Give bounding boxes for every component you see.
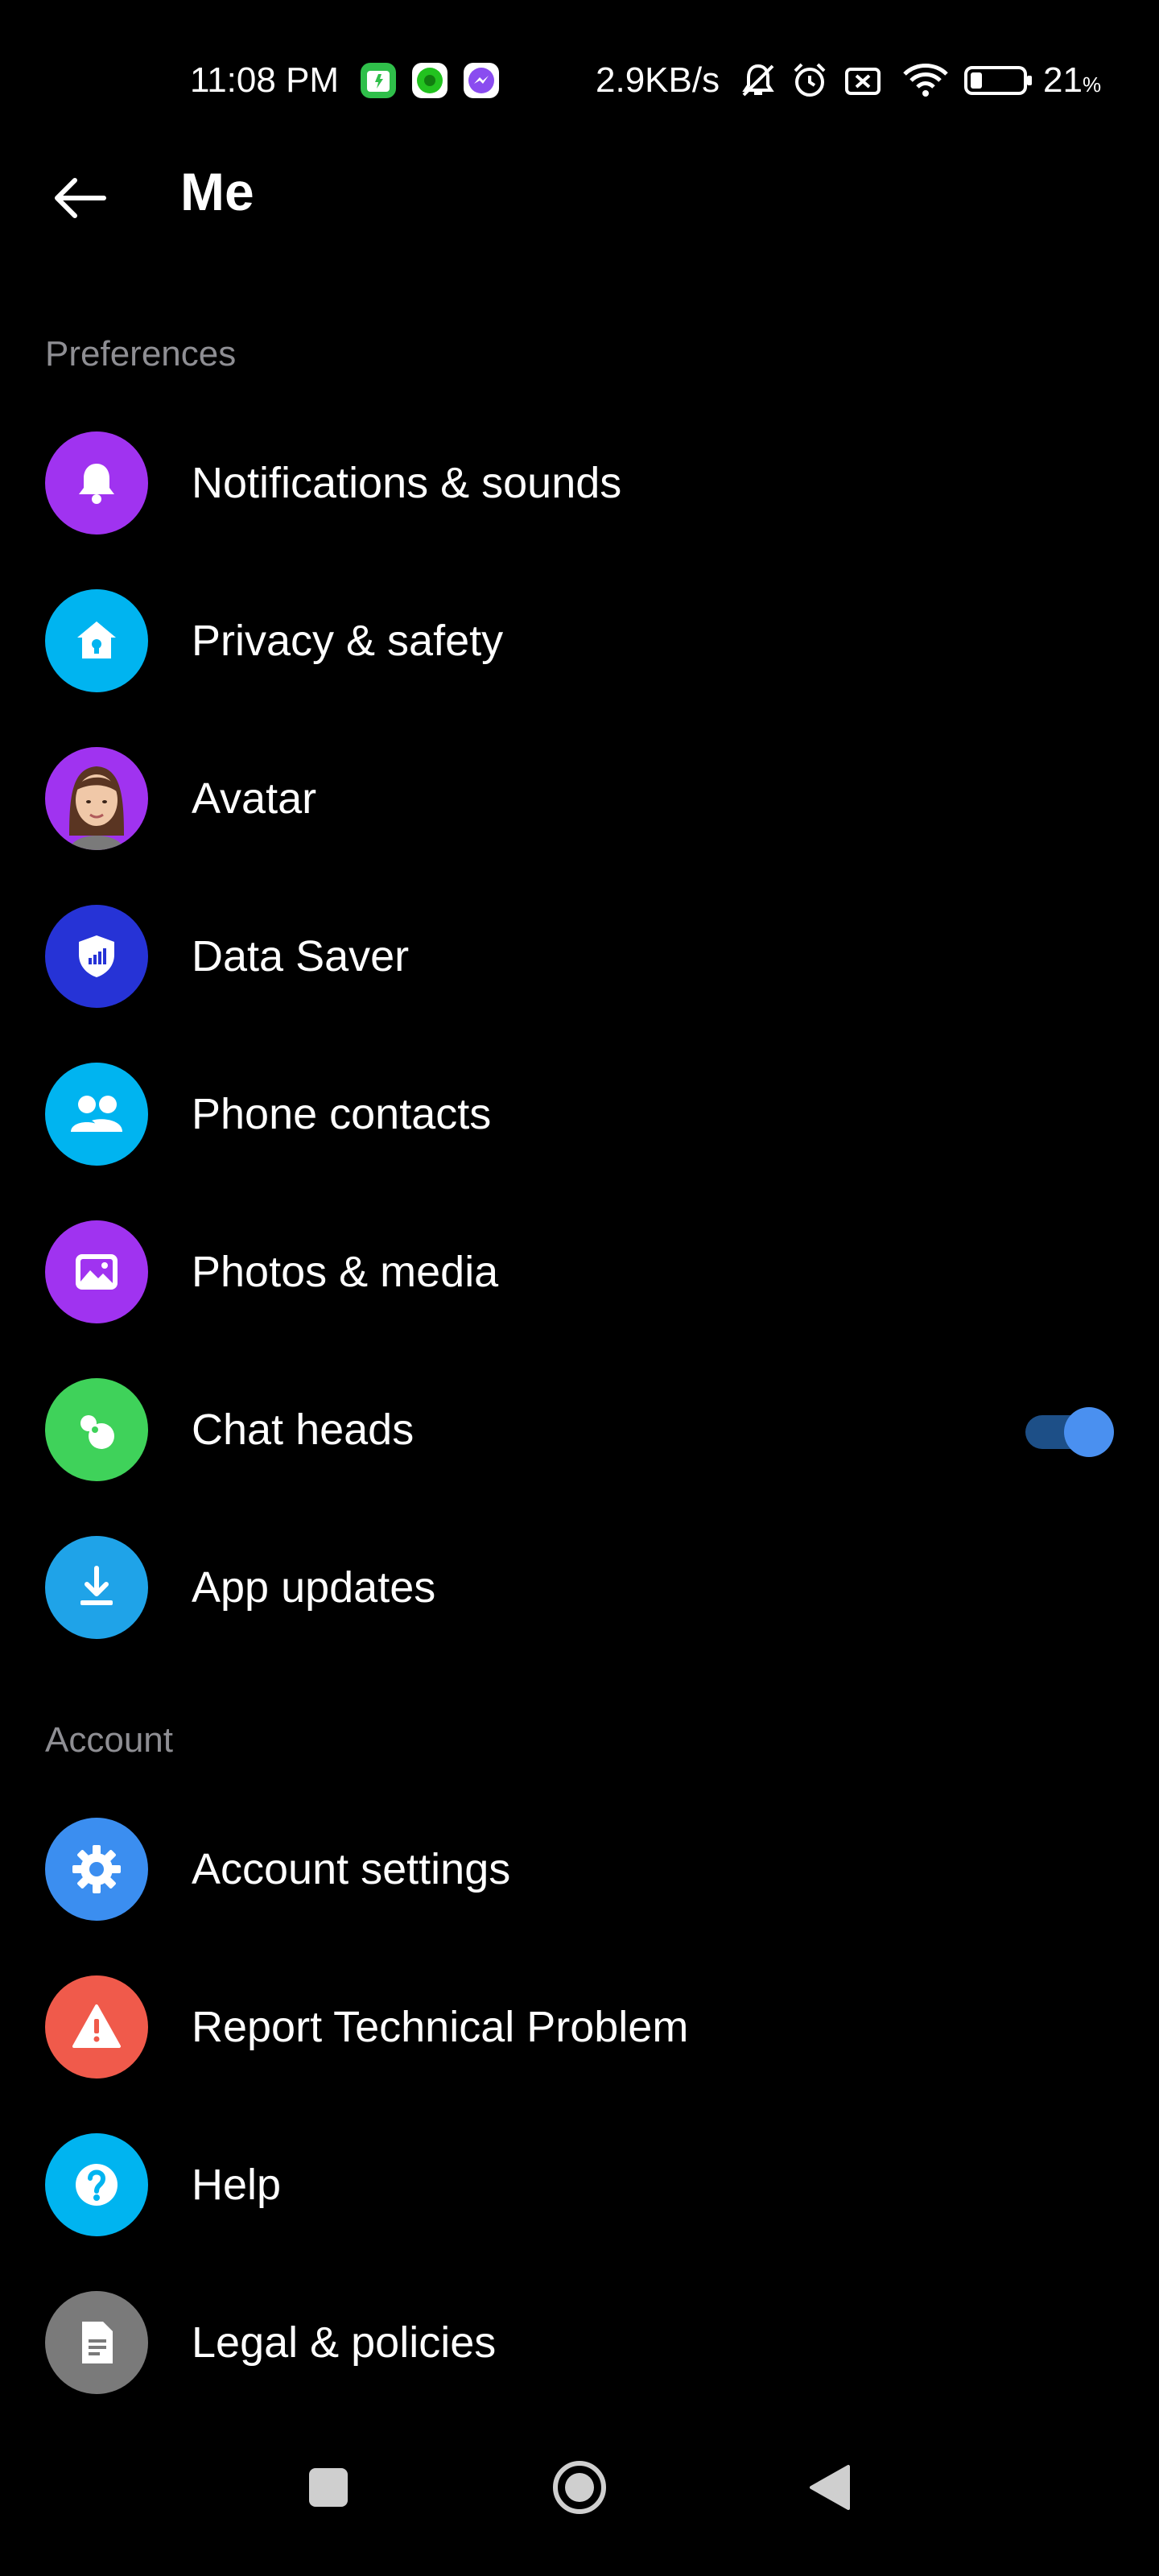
setting-label: Photos & media — [192, 1248, 499, 1296]
home-circle-icon — [553, 2461, 606, 2514]
back-button[interactable] — [40, 159, 118, 237]
recents-square-icon — [309, 2468, 348, 2507]
arrow-left-icon — [55, 178, 106, 218]
setting-label: Phone contacts — [192, 1090, 492, 1138]
back-triangle-icon — [810, 2465, 850, 2510]
battery-unit: % — [1082, 72, 1102, 97]
setting-label: Report Technical Problem — [192, 2003, 689, 2051]
status-time: 11:08 PM — [190, 60, 340, 100]
setting-phone-contacts[interactable]: Phone contacts — [0, 1042, 1159, 1187]
messenger-icon — [464, 63, 499, 98]
setting-notifications-sounds[interactable]: Notifications & sounds — [0, 411, 1159, 555]
sim-off-icon — [845, 68, 881, 95]
setting-avatar[interactable]: Avatar — [0, 726, 1159, 871]
system-nav-bar — [0, 2439, 1159, 2576]
setting-account-settings[interactable]: Account settings — [0, 1797, 1159, 1942]
setting-app-updates[interactable]: App updates — [0, 1515, 1159, 1660]
mute-icon — [742, 64, 774, 97]
battery-percent: 21% — [1043, 58, 1101, 107]
download-icon — [45, 1536, 148, 1639]
gear-icon — [45, 1818, 148, 1921]
page-title: Me — [180, 162, 254, 221]
setting-label: App updates — [192, 1563, 436, 1612]
setting-label: Avatar — [192, 774, 317, 823]
setting-help[interactable]: Help — [0, 2112, 1159, 2257]
photo-icon — [45, 1220, 148, 1323]
setting-label: Notifications & sounds — [192, 459, 622, 507]
setting-label: Legal & policies — [192, 2318, 497, 2367]
setting-legal-policies[interactable]: Legal & policies — [0, 2270, 1159, 2415]
chat-heads-toggle[interactable] — [1017, 1407, 1114, 1457]
setting-photos-media[interactable]: Photos & media — [0, 1199, 1159, 1344]
setting-chat-heads[interactable]: Chat heads — [0, 1357, 1159, 1502]
recents-button[interactable] — [280, 2439, 377, 2536]
avatar-icon — [45, 747, 148, 850]
setting-privacy-safety[interactable]: Privacy & safety — [0, 568, 1159, 713]
wifi-icon — [903, 64, 948, 97]
home-button[interactable] — [531, 2439, 628, 2536]
header: Me — [0, 145, 1159, 233]
battery-value: 21 — [1043, 60, 1083, 100]
battery-icon — [964, 66, 1032, 95]
setting-label: Chat heads — [192, 1406, 415, 1454]
app-security-icon — [361, 63, 396, 98]
setting-data-saver[interactable]: Data Saver — [0, 884, 1159, 1029]
net-speed: 2.9KB/s — [596, 60, 720, 100]
toggle-knob — [1064, 1407, 1114, 1457]
back-nav-button[interactable] — [781, 2439, 877, 2536]
shield-signal-icon — [45, 905, 148, 1008]
section-title-account: Account — [45, 1720, 173, 1760]
app-green-icon — [412, 63, 448, 98]
status-bar: 11:08 PM 2.9KB/s 21% — [0, 0, 1159, 161]
setting-report-problem[interactable]: Report Technical Problem — [0, 1955, 1159, 2099]
setting-label: Account settings — [192, 1845, 511, 1893]
bell-icon — [45, 431, 148, 535]
section-title-preferences: Preferences — [45, 334, 237, 374]
setting-label: Help — [192, 2161, 282, 2209]
warning-icon — [45, 1975, 148, 2079]
house-lock-icon — [45, 589, 148, 692]
people-icon — [45, 1063, 148, 1166]
question-icon — [45, 2133, 148, 2236]
chat-heads-icon — [45, 1378, 148, 1481]
setting-label: Data Saver — [192, 932, 410, 980]
setting-label: Privacy & safety — [192, 617, 504, 665]
document-icon — [45, 2291, 148, 2394]
alarm-icon — [794, 63, 826, 97]
